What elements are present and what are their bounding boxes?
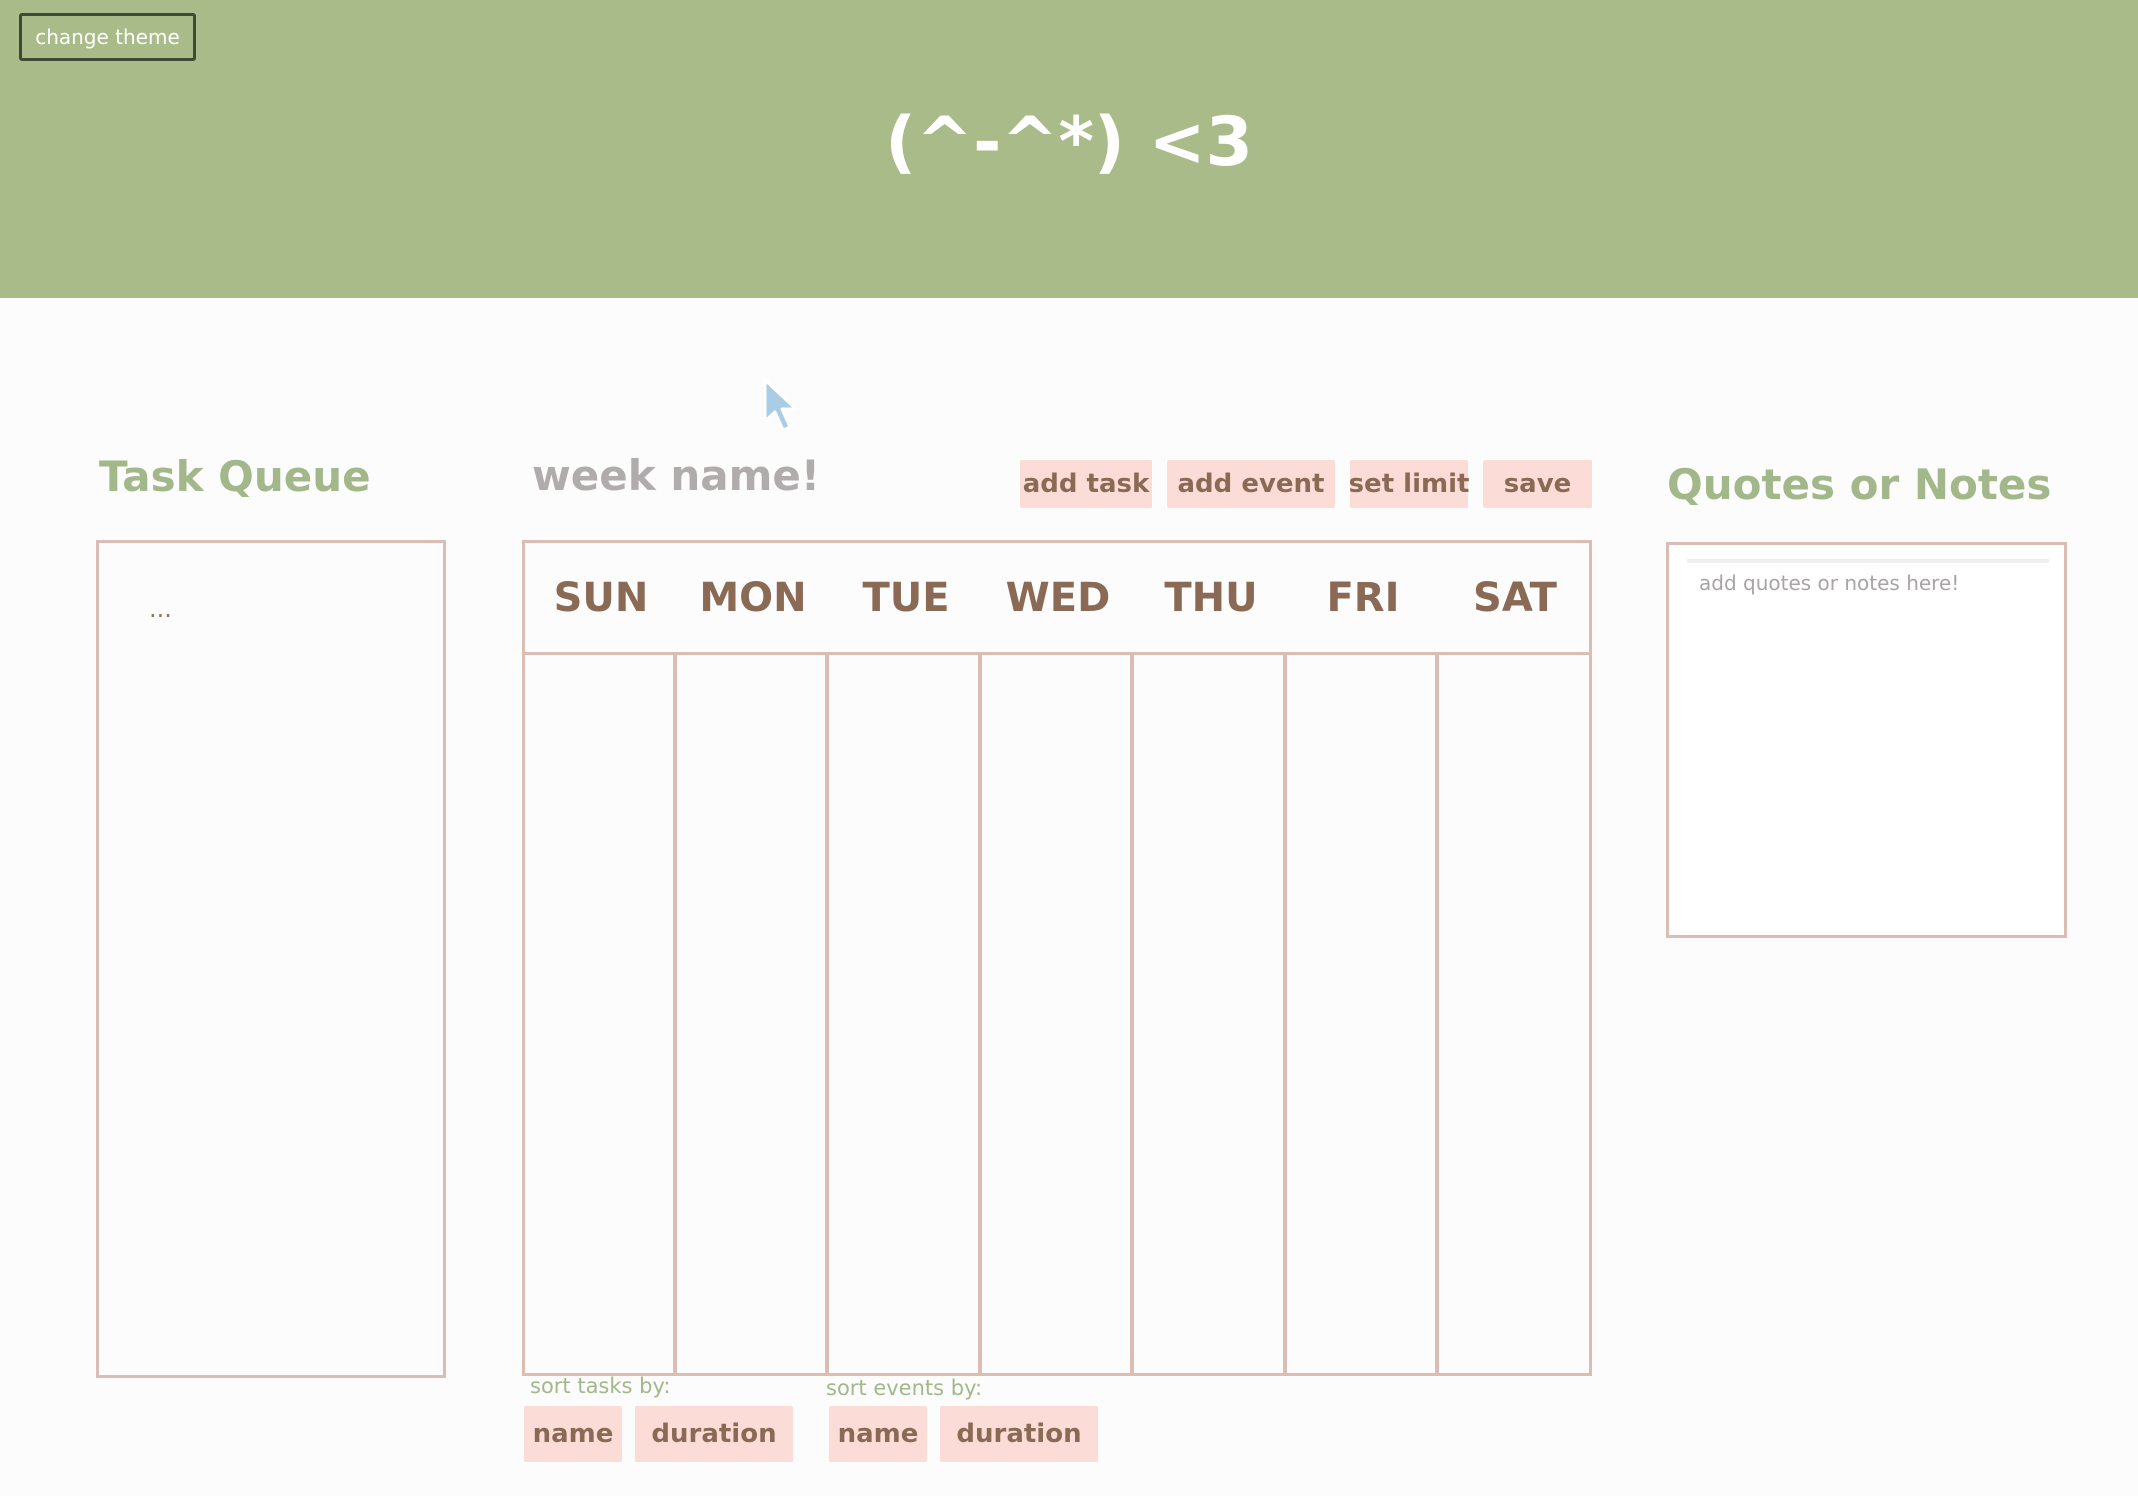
day-column-sun[interactable] [525,655,677,1373]
notes-title: Quotes or Notes [1667,460,2052,509]
day-column-wed[interactable] [982,655,1134,1373]
sort-events-label: sort events by: [826,1376,983,1400]
task-queue-title: Task Queue [99,452,371,501]
sort-tasks-duration-button[interactable]: duration [635,1406,793,1462]
day-header-row: SUN MON TUE WED THU FRI SAT [525,543,1589,655]
notes-placeholder: add quotes or notes here! [1699,571,1960,595]
notes-textarea[interactable]: add quotes or notes here! [1666,542,2067,938]
notes-scrollbar [1687,559,2049,563]
sort-tasks-name-button[interactable]: name [524,1406,622,1462]
task-queue-panel[interactable]: ... [96,540,446,1378]
site-title: (^-^*) <3 [885,103,1253,182]
day-label-thu: THU [1164,575,1258,621]
add-task-button[interactable]: add task [1020,460,1152,508]
day-label-fri: FRI [1326,575,1400,621]
save-button[interactable]: save [1483,460,1592,508]
week-calendar: SUN MON TUE WED THU FRI SAT [522,540,1592,1376]
day-label-tue: TUE [862,575,950,621]
task-queue-placeholder: ... [149,595,172,623]
day-label-sat: SAT [1473,575,1557,621]
day-label-sun: SUN [553,575,649,621]
day-label-mon: MON [699,575,807,621]
sort-tasks-label: sort tasks by: [530,1374,671,1398]
day-column-thu[interactable] [1135,655,1287,1373]
change-theme-button[interactable]: change theme [19,13,196,61]
day-column-mon[interactable] [677,655,829,1373]
day-column-fri[interactable] [1287,655,1439,1373]
sort-events-duration-button[interactable]: duration [940,1406,1098,1462]
week-name-input[interactable]: week name! [532,448,832,504]
mouse-cursor-icon [763,378,798,432]
day-column-tue[interactable] [830,655,982,1373]
set-limit-button[interactable]: set limit [1349,460,1469,508]
header-banner: change theme (^-^*) <3 [0,0,2138,298]
day-label-wed: WED [1005,575,1111,621]
add-event-button[interactable]: add event [1167,460,1335,508]
sort-events-name-button[interactable]: name [829,1406,927,1462]
day-column-sat[interactable] [1439,655,1591,1373]
